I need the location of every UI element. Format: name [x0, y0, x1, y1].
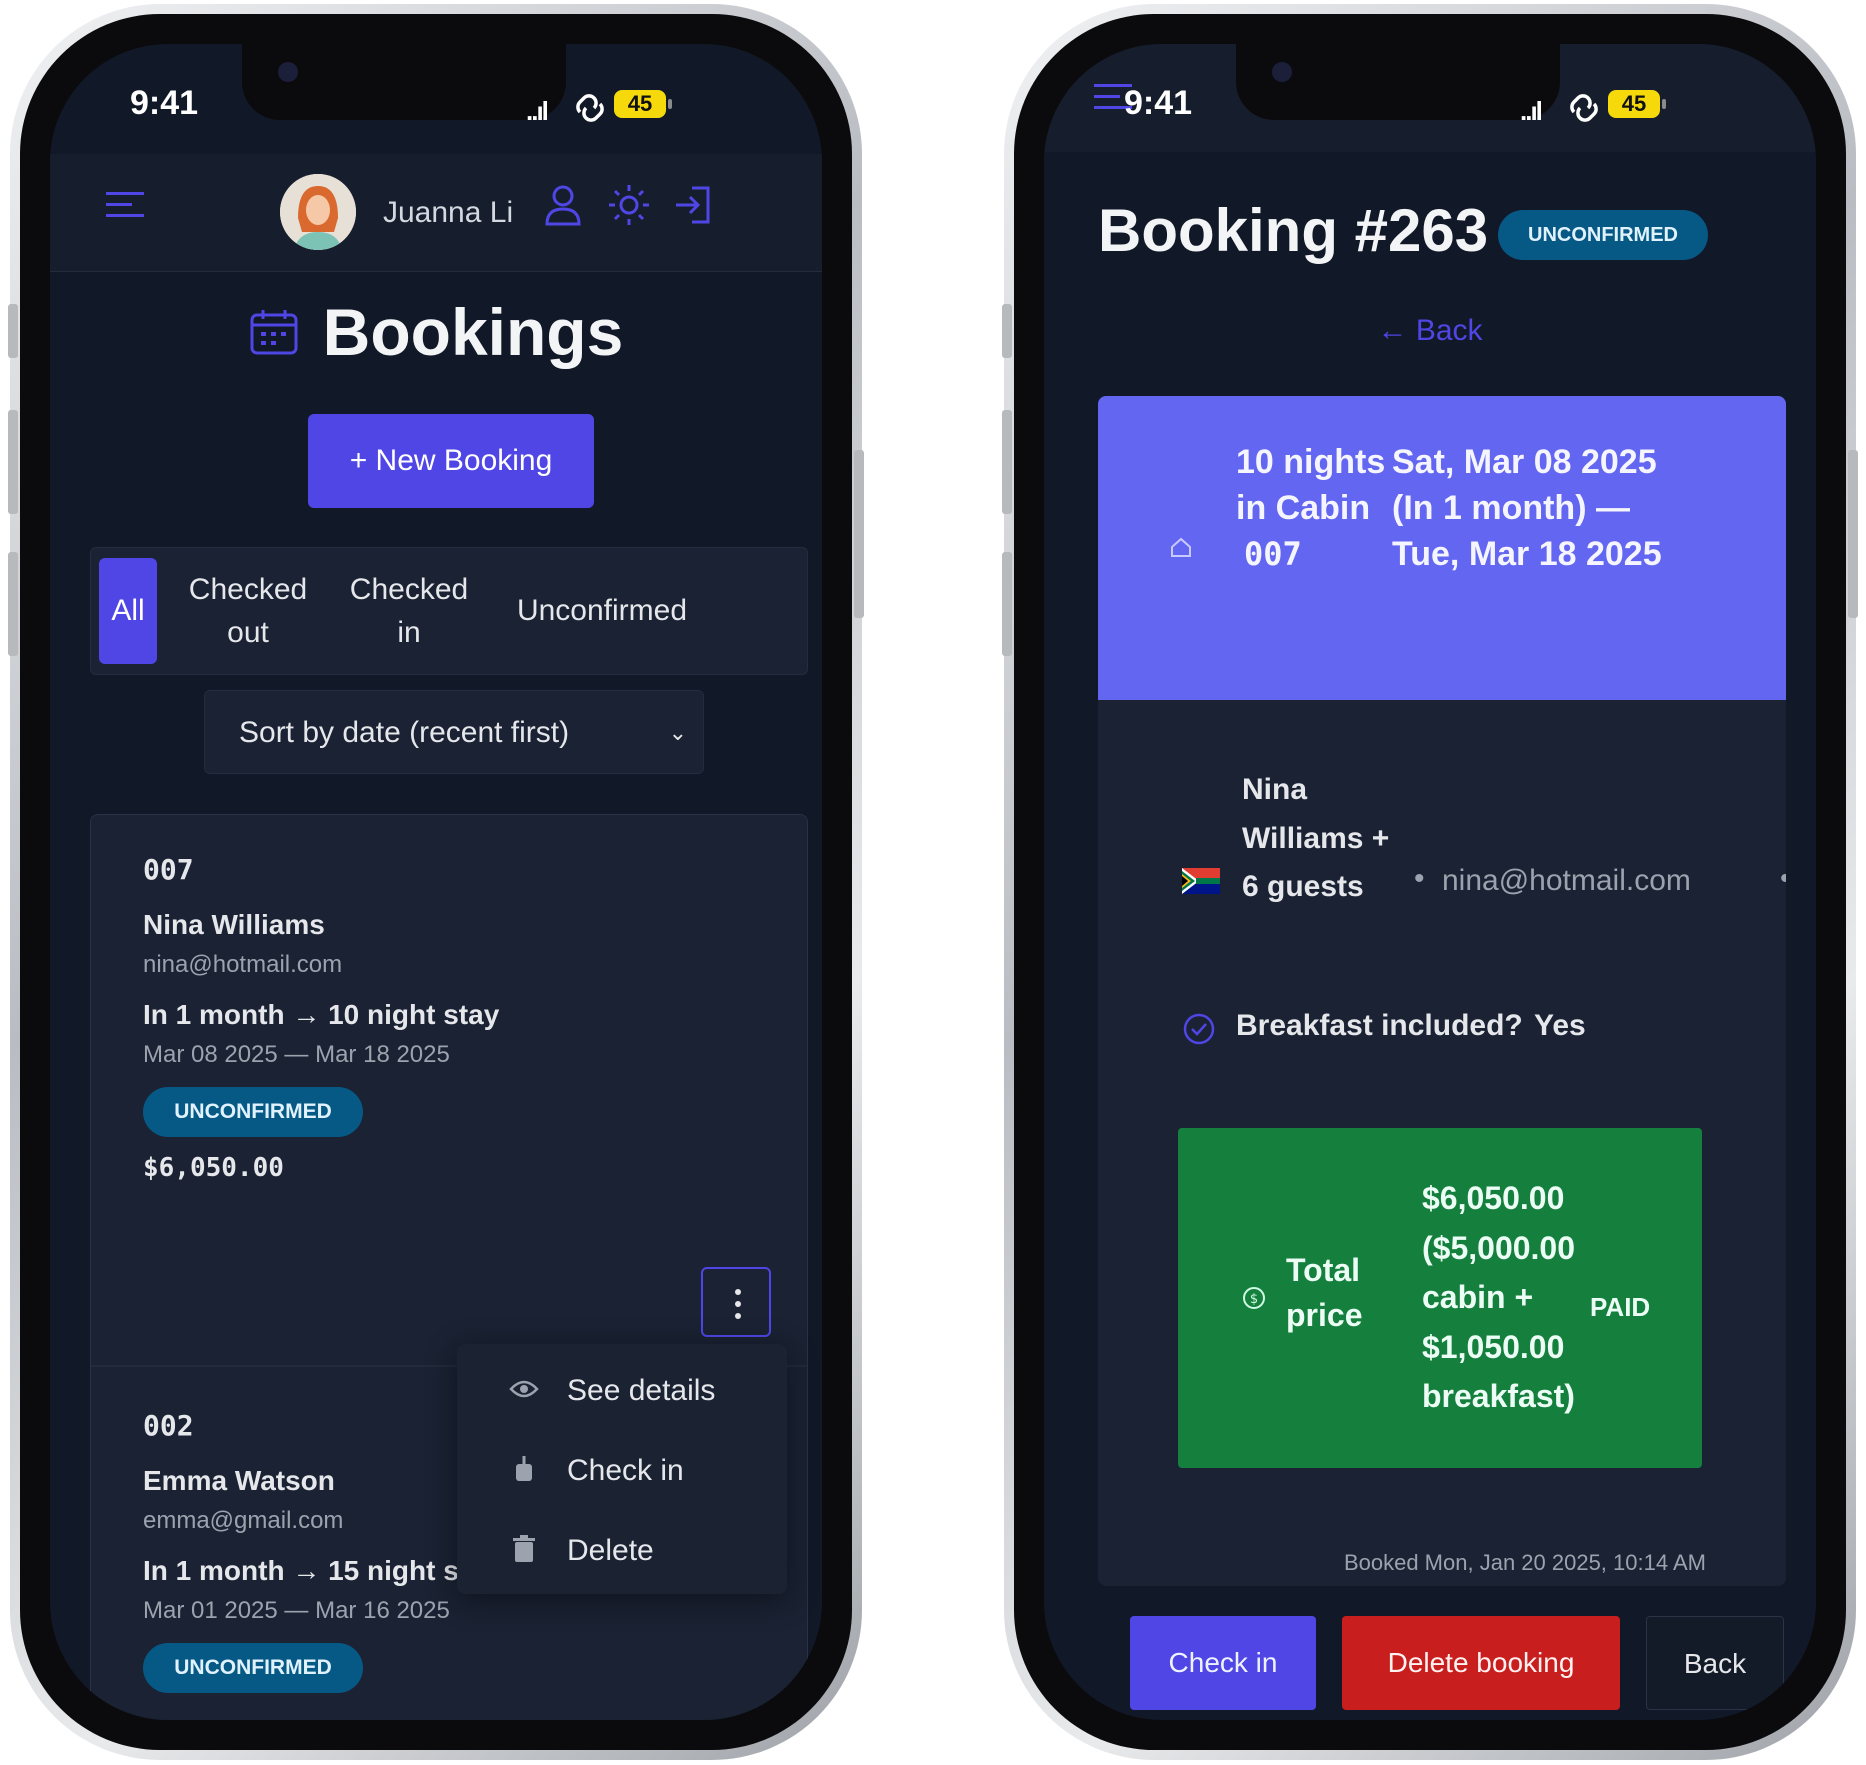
- user-name: Juanna Li: [383, 196, 514, 229]
- stay-summary: In 1 month → 10 night stay: [143, 999, 500, 1030]
- bezel: 9:41 ..ıl 45 Booking #263 UNCONFIRMED ← …: [1014, 14, 1846, 1750]
- booked-timestamp: Booked Mon, Jan 20 2025, 10:14 AM: [1343, 1550, 1706, 1575]
- svg-text:$: $: [1250, 1292, 1258, 1307]
- check-in-icon: [516, 1456, 532, 1481]
- total-price-label: Total price: [1286, 1252, 1363, 1333]
- logout-icon[interactable]: [670, 182, 716, 228]
- stay-summary: In 1 month → 15 night stay: [143, 1555, 500, 1586]
- menu-item-label: Delete: [567, 1534, 654, 1567]
- guest-email: nina@hotmail.com: [1442, 864, 1691, 897]
- menu-item-delete[interactable]: Delete: [457, 1510, 787, 1590]
- total-price-panel: $ Total price $6,050.00 ($5,000.00 cabin…: [1178, 1128, 1702, 1468]
- chevron-down-icon: ⌄: [668, 720, 687, 745]
- menu-item-see-details[interactable]: See details: [457, 1350, 787, 1430]
- eye-icon: [509, 1380, 539, 1398]
- booking-title: Booking #263: [1098, 197, 1489, 264]
- status-time: 9:41: [130, 84, 199, 122]
- guest-name: Nina Williams: [143, 909, 325, 940]
- status-badge: UNCONFIRMED: [143, 1643, 363, 1693]
- guest-summary: Nina Williams + 6 guests: [1242, 773, 1390, 904]
- paid-label: PAID: [1590, 1292, 1651, 1322]
- booking-detail-card: 10 nights in Cabin 007 Sat, Mar 08 2025 …: [1098, 396, 1786, 1586]
- sun-icon[interactable]: [606, 182, 652, 228]
- dollar-icon: $: [1243, 1287, 1265, 1309]
- booking-detail-screen: 9:41 ..ıl 45 Booking #263 UNCONFIRMED ← …: [1044, 44, 1816, 1720]
- battery-icon: 45: [614, 90, 672, 118]
- mute-switch: [1002, 304, 1012, 358]
- cabin-number: 007: [143, 853, 194, 886]
- cabin-number: 002: [143, 1409, 194, 1442]
- filter-checked-in[interactable]: Checked in: [345, 558, 473, 664]
- page-title-text: Bookings: [322, 295, 624, 369]
- volume-up-button: [1002, 410, 1012, 514]
- camera: [1272, 62, 1292, 82]
- link-icon: [1570, 94, 1598, 122]
- status-time: 9:41: [1124, 84, 1193, 122]
- status-badge: UNCONFIRMED: [143, 1087, 363, 1137]
- link-icon: [576, 94, 604, 122]
- stay-dates: Sat, Mar 08 2025 (In 1 month) — Tue, Mar…: [1392, 443, 1662, 573]
- cabin-number: 007: [1244, 534, 1302, 573]
- notch: [242, 44, 566, 120]
- hamburger-menu-icon[interactable]: [106, 190, 146, 220]
- avatar[interactable]: [280, 174, 356, 250]
- stay-dates: Mar 08 2025 — Mar 18 2025: [143, 1041, 450, 1068]
- menu-item-check-in[interactable]: Check in: [457, 1430, 787, 1510]
- bezel: 9:41 ..ıl 45 Juanna Li Bookings + New Bo…: [20, 14, 852, 1750]
- sort-select-value: Sort by date (recent first): [239, 716, 570, 749]
- back-button[interactable]: Back: [1646, 1616, 1784, 1710]
- status-bar: 9:41 ..ıl 45: [1044, 44, 1816, 154]
- south-africa-flag-icon: [1182, 868, 1220, 894]
- status-badge: UNCONFIRMED: [1498, 210, 1708, 260]
- check-circle-icon: [1183, 1013, 1215, 1045]
- filter-unconfirmed[interactable]: Unconfirmed: [505, 558, 699, 664]
- filter-checked-out[interactable]: Checked out: [181, 558, 315, 664]
- delete-booking-button[interactable]: Delete booking: [1342, 1616, 1620, 1710]
- filter-all[interactable]: All: [99, 558, 157, 664]
- nights-label: 10 nights in Cabin: [1236, 443, 1386, 527]
- power-button: [1848, 450, 1858, 618]
- user-icon[interactable]: [540, 182, 586, 228]
- battery-icon: 45: [1608, 90, 1666, 118]
- booking-header: 10 nights in Cabin 007 Sat, Mar 08 2025 …: [1098, 396, 1786, 700]
- signal-icon: ..ıl: [1520, 96, 1543, 126]
- volume-down-button: [1002, 552, 1012, 656]
- stay-dates: Mar 01 2025 — Mar 16 2025: [143, 1597, 450, 1624]
- bookings-screen: 9:41 ..ıl 45 Juanna Li Bookings + New Bo…: [50, 44, 822, 1720]
- calendar-icon: [250, 310, 298, 355]
- trash-icon: [513, 1535, 535, 1562]
- new-booking-button[interactable]: + New Booking: [308, 414, 594, 508]
- menu-item-label: See details: [567, 1374, 716, 1407]
- house-icon: [1171, 537, 1191, 557]
- phone-frame-left: 9:41 ..ıl 45 Juanna Li Bookings + New Bo…: [8, 4, 864, 1760]
- mute-switch: [8, 304, 18, 358]
- volume-down-button: [8, 552, 18, 656]
- power-button: [854, 450, 864, 618]
- guest-email: nina@hotmail.com: [143, 951, 343, 978]
- guest-name: Emma Watson: [143, 1465, 335, 1496]
- avatar-image: [280, 174, 356, 250]
- breakfast-label: Breakfast included?: [1236, 1009, 1523, 1042]
- menu-item-label: Check in: [567, 1454, 684, 1487]
- back-link[interactable]: ← Back: [1044, 314, 1816, 348]
- row-context-menu: See details Check in Delete: [457, 1344, 787, 1594]
- top-nav: Juanna Li: [50, 154, 822, 272]
- check-in-button[interactable]: Check in: [1130, 1616, 1316, 1710]
- more-actions-button[interactable]: [701, 1267, 771, 1337]
- guest-email: emma@gmail.com: [143, 1507, 344, 1534]
- separator-dot: •: [1780, 862, 1786, 896]
- volume-up-button: [8, 410, 18, 514]
- status-bar: 9:41 ..ıl 45: [50, 44, 822, 154]
- breakfast-value: Yes: [1534, 1009, 1586, 1042]
- status-filter: All Checked out Checked in Unconfirmed: [90, 547, 808, 675]
- notch: [1236, 44, 1560, 120]
- camera: [278, 62, 298, 82]
- sort-select[interactable]: Sort by date (recent first) ⌄: [204, 690, 704, 774]
- nights-in-cabin: 10 nights in Cabin 007: [1236, 440, 1396, 578]
- signal-icon: ..ıl: [526, 96, 549, 126]
- page-title: Bookings: [50, 294, 822, 370]
- separator-dot: •: [1414, 862, 1425, 895]
- phone-frame-right: 9:41 ..ıl 45 Booking #263 UNCONFIRMED ← …: [1002, 4, 1858, 1760]
- booking-price: $6,050.00: [143, 1153, 284, 1183]
